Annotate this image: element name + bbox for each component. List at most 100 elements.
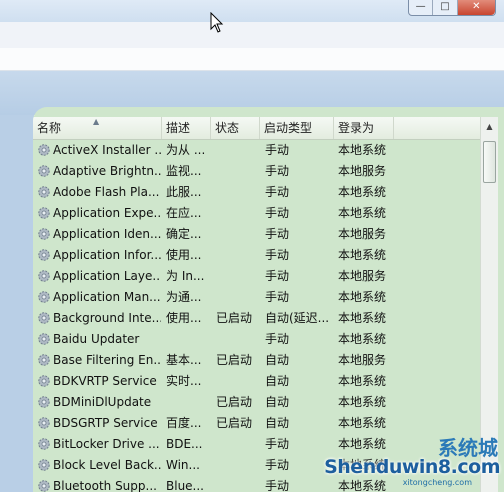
service-row[interactable]: Application Iden... 确定... 手动 本地服务 xyxy=(33,224,480,245)
service-logon-as: 本地系统 xyxy=(338,290,387,304)
service-gear-icon xyxy=(38,480,50,492)
service-gear-icon xyxy=(38,459,50,471)
service-startup-type: 自动 xyxy=(265,395,290,409)
service-startup-type: 自动(延迟... xyxy=(265,311,330,325)
service-row[interactable]: Application Laye... 为 In... 手动 本地服务 xyxy=(33,266,480,287)
service-row[interactable]: Adobe Flash Pla... 此服... 手动 本地系统 xyxy=(33,182,480,203)
service-description: 此服... xyxy=(166,185,202,199)
service-gear-icon xyxy=(38,228,50,240)
service-description: 实时... xyxy=(166,374,202,388)
service-startup-type: 手动 xyxy=(265,248,290,262)
service-status xyxy=(216,182,260,203)
maximize-button[interactable]: □ xyxy=(433,0,458,15)
service-status xyxy=(216,161,260,182)
service-startup-type: 手动 xyxy=(265,206,290,220)
service-name: Application Iden... xyxy=(53,227,161,241)
service-logon-as: 本地服务 xyxy=(338,353,387,367)
service-logon-as: 本地系统 xyxy=(338,395,387,409)
service-name: Application Expe... xyxy=(53,206,161,220)
service-logon-as: 本地服务 xyxy=(338,164,387,178)
service-name: Application Infor... xyxy=(53,248,161,262)
service-row[interactable]: Base Filtering En... 基本... 已启动 自动 本地服务 xyxy=(33,350,480,371)
service-row[interactable]: Adaptive Brightn... 监视... 手动 本地服务 xyxy=(33,161,480,182)
minimize-button[interactable]: — xyxy=(409,0,434,15)
service-description: Blue... xyxy=(166,479,204,492)
service-description: 确定... xyxy=(166,227,202,241)
service-logon-as: 本地系统 xyxy=(338,206,387,220)
column-header-status[interactable]: 状态 xyxy=(211,117,260,139)
service-name: Adobe Flash Pla... xyxy=(53,185,160,199)
service-description: BDE... xyxy=(166,437,203,451)
service-row[interactable]: Application Infor... 使用... 手动 本地系统 xyxy=(33,245,480,266)
service-description xyxy=(166,392,210,413)
column-status-label: 状态 xyxy=(215,121,240,135)
service-startup-type: 手动 xyxy=(265,227,290,241)
service-logon-as: 本地系统 xyxy=(338,311,387,325)
service-gear-icon xyxy=(38,291,50,303)
service-name: Baidu Updater xyxy=(53,332,140,346)
service-gear-icon xyxy=(38,270,50,282)
service-startup-type: 手动 xyxy=(265,332,290,346)
scroll-up-button[interactable]: ▲ xyxy=(482,118,497,134)
service-status xyxy=(216,140,260,161)
service-row[interactable]: BDMiniDlUpdate 已启动 自动 本地系统 xyxy=(33,392,480,413)
service-status xyxy=(216,434,260,455)
service-name: Application Laye... xyxy=(53,269,161,283)
service-logon-as: 本地系统 xyxy=(338,332,387,346)
mouse-cursor-icon xyxy=(210,12,224,33)
service-name: BDMiniDlUpdate xyxy=(53,395,152,409)
watermark-site: Shenduwin8.com xyxy=(324,456,500,478)
service-row[interactable]: Application Expe... 在应... 手动 本地系统 xyxy=(33,203,480,224)
service-description: 百度... xyxy=(166,416,202,430)
watermark: 系统城 Shenduwin8.com xitongcheng.com xyxy=(300,430,500,488)
service-name: Bluetooth Supp... xyxy=(53,479,157,492)
toolbar xyxy=(0,48,504,71)
service-startup-type: 自动 xyxy=(265,353,290,367)
service-description: 使用... xyxy=(166,311,202,325)
service-status: 已启动 xyxy=(216,416,253,430)
service-name: BDKVRTP Service xyxy=(53,374,157,388)
service-row[interactable]: ActiveX Installer ... 为从 ... 手动 本地系统 xyxy=(33,140,480,161)
service-name: Block Level Back... xyxy=(53,458,161,472)
service-description: Win... xyxy=(166,458,200,472)
service-gear-icon xyxy=(38,144,50,156)
service-row[interactable]: Baidu Updater 手动 本地系统 xyxy=(33,329,480,350)
service-description: 在应... xyxy=(166,206,202,220)
service-status: 已启动 xyxy=(216,311,253,325)
service-gear-icon xyxy=(38,186,50,198)
close-icon: ✕ xyxy=(472,0,481,12)
service-status xyxy=(216,455,260,476)
scroll-up-icon: ▲ xyxy=(486,121,493,131)
service-status xyxy=(216,203,260,224)
service-logon-as: 本地系统 xyxy=(338,185,387,199)
service-row[interactable]: Application Man... 为通... 手动 本地系统 xyxy=(33,287,480,308)
service-gear-icon xyxy=(38,396,50,408)
column-header-description[interactable]: 描述 xyxy=(162,117,211,139)
service-logon-as: 本地系统 xyxy=(338,248,387,262)
service-name: Base Filtering En... xyxy=(53,353,161,367)
column-header-name[interactable]: 名称 ▲ xyxy=(33,117,162,139)
service-description: 为从 ... xyxy=(166,143,206,157)
column-logon-as-label: 登录为 xyxy=(338,121,375,135)
service-status xyxy=(216,371,260,392)
service-name: BitLocker Drive ... xyxy=(53,437,160,451)
service-logon-as: 本地服务 xyxy=(338,227,387,241)
service-row[interactable]: Background Inte... 使用... 已启动 自动(延迟... 本地系统 xyxy=(33,308,480,329)
service-startup-type: 自动 xyxy=(265,374,290,388)
column-header-logon-as[interactable]: 登录为 xyxy=(334,117,394,139)
service-gear-icon xyxy=(38,312,50,324)
service-startup-type: 手动 xyxy=(265,269,290,283)
service-description: 监视... xyxy=(166,164,202,178)
left-pane xyxy=(0,115,34,492)
service-name: Adaptive Brightn... xyxy=(53,164,161,178)
scrollbar-thumb[interactable] xyxy=(483,141,496,183)
service-gear-icon xyxy=(38,417,50,429)
service-status: 已启动 xyxy=(216,395,253,409)
column-header-startup-type[interactable]: 启动类型 xyxy=(260,117,334,139)
service-startup-type: 手动 xyxy=(265,290,290,304)
service-row[interactable]: BDKVRTP Service 实时... 自动 本地系统 xyxy=(33,371,480,392)
close-button[interactable]: ✕ xyxy=(457,0,495,15)
service-gear-icon xyxy=(38,249,50,261)
service-description: 为 In... xyxy=(166,269,205,283)
window-controls: — □ ✕ xyxy=(408,0,496,16)
